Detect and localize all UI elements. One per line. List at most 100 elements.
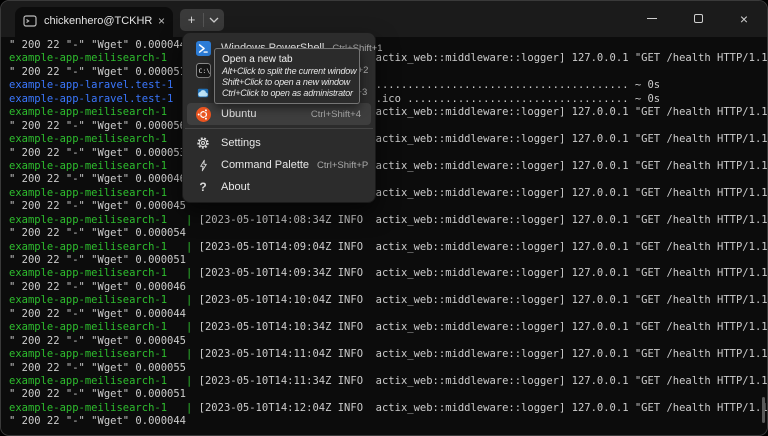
azure-icon xyxy=(195,84,211,100)
container-name: example-app-meilisearch-1 | xyxy=(9,133,199,146)
tab-active[interactable]: chickenhero@TCKHR: ~/proje × xyxy=(15,7,173,37)
menu-item-about[interactable]: ? About xyxy=(187,176,371,198)
question-icon: ? xyxy=(199,180,207,194)
container-name: example-app-meilisearch-1 | xyxy=(9,52,199,65)
log-text: " 200 22 "-" "Wget" 0.000056 xyxy=(9,119,187,132)
container-name: example-app-meilisearch-1 | xyxy=(9,401,199,414)
tooltip-title: Open a new tab xyxy=(222,54,293,65)
ubuntu-icon xyxy=(195,106,211,122)
gear-icon xyxy=(195,135,211,151)
log-text: [2023-05-10T14:09:34Z INFO actix_web::mi… xyxy=(198,267,767,280)
caption-buttons: × xyxy=(629,1,767,37)
new-tab-button[interactable]: + xyxy=(180,9,203,31)
container-name: example-app-meilisearch-1 | xyxy=(9,267,199,280)
tab-close-icon[interactable]: × xyxy=(158,15,165,27)
terminal-line: " 200 22 "-" "Wget" 0.000045 xyxy=(9,335,767,348)
log-text: " 200 22 "-" "Wget" 0.000054 xyxy=(9,227,187,240)
close-icon: × xyxy=(739,10,749,27)
log-text: " 200 22 "-" "Wget" 0.000044 xyxy=(9,39,187,51)
log-text: " 200 22 "-" "Wget" 0.000045 xyxy=(9,334,187,347)
log-text: " 200 22 "-" "Wget" 0.000046 xyxy=(9,280,187,293)
terminal-line: example-app-meilisearch-1 | [2023-05-10T… xyxy=(9,160,767,173)
tooltip-line: Shift+Click to open a new window xyxy=(222,77,350,87)
container-name: example-app-meilisearch-1 | xyxy=(9,374,199,387)
log-text: [2023-05-10T14:11:34Z INFO actix_web::mi… xyxy=(198,374,767,387)
container-name: example-app-meilisearch-1 | xyxy=(9,321,199,334)
terminal-line: example-app-meilisearch-1 | [2023-05-10T… xyxy=(9,321,767,334)
terminal-line: example-app-meilisearch-1 | [2023-05-10T… xyxy=(9,187,767,200)
maximize-icon xyxy=(693,14,703,23)
cmd-icon: C:\ xyxy=(195,62,211,78)
menu-separator xyxy=(185,128,373,129)
maximize-button[interactable] xyxy=(675,1,721,36)
log-text: [2023-05-10T14:11:04Z INFO actix_web::mi… xyxy=(198,348,767,361)
container-name: example-app-meilisearch-1 | xyxy=(9,294,199,307)
container-name: example-app-meilisearch-1 | xyxy=(9,159,199,172)
menu-item-label: About xyxy=(221,181,250,193)
command-palette-icon xyxy=(195,157,211,173)
terminal-output[interactable]: " 200 22 "-" "Wget" 0.000044 example-app-… xyxy=(1,37,767,434)
terminal-line: " 200 22 "-" "Wget" 0.000056 xyxy=(9,120,767,133)
terminal-line: example-app-meilisearch-1 | [2023-05-10T… xyxy=(9,348,767,361)
terminal-line: " 200 22 "-" "Wget" 0.000051 xyxy=(9,254,767,267)
tooltip-line: Alt+Click to split the current window xyxy=(222,66,357,76)
log-text: " 200 22 "-" "Wget" 0.000051 xyxy=(9,254,187,266)
tab-title: chickenhero@TCKHR: ~/proje xyxy=(44,15,152,27)
minimize-icon xyxy=(647,18,657,19)
minimize-button[interactable] xyxy=(629,1,675,36)
log-text: [2023-05-10T14:12:04Z INFO actix_web::mi… xyxy=(198,401,767,414)
new-tab-split-button: + xyxy=(180,9,224,31)
terminal-line: " 200 22 "-" "Wget" 0.000051 xyxy=(9,388,767,401)
terminal-line: " 200 22 "-" "Wget" 0.000053 xyxy=(9,147,767,160)
terminal-line: " 200 22 "-" "Wget" 0.000046 xyxy=(9,173,767,186)
container-name: example-app-meilisearch-1 | xyxy=(9,186,199,199)
terminal-line: example-app-meilisearch-1 | [2023-05-10T… xyxy=(9,133,767,146)
terminal-line: example-app-meilisearch-1 | [2023-05-10T… xyxy=(9,375,767,388)
terminal-tab-icon xyxy=(23,14,37,28)
menu-item-command-palette[interactable]: Command Palette Ctrl+Shift+P xyxy=(187,154,371,176)
terminal-line: " 200 22 "-" "Wget" 0.000046 xyxy=(9,281,767,294)
container-name: example-app-laravel.test-1 | xyxy=(9,79,199,92)
powershell-icon xyxy=(195,40,211,56)
terminal-line: example-app-laravel.test-1 | 2023-05-10 … xyxy=(9,79,767,92)
log-text: " 200 22 "-" "Wget" 0.000053 xyxy=(9,146,187,159)
tooltip-line: Ctrl+Click to open as administrator xyxy=(222,88,353,98)
new-tab-tooltip: Open a new tab Alt+Click to split the cu… xyxy=(214,48,360,104)
terminal-line: example-app-meilisearch-1 | [2023-05-10T… xyxy=(9,106,767,119)
log-text: [2023-05-10T14:10:34Z INFO actix_web::mi… xyxy=(198,321,767,334)
container-name: example-app-meilisearch-1 | xyxy=(9,106,199,119)
terminal-line: " 200 22 "-" "Wget" 0.000044 xyxy=(9,415,767,428)
menu-item-shortcut: Ctrl+Shift+4 xyxy=(310,108,361,120)
terminal-line: " 200 22 "-" "Wget" 0.000045 xyxy=(9,200,767,213)
terminal-line: example-app-meilisearch-1 | [2023-05-10T… xyxy=(9,267,767,280)
menu-item-shortcut: Ctrl+Shift+P xyxy=(317,159,369,171)
terminal-line: " 200 22 "-" "Wget" 0.000044 xyxy=(9,39,767,52)
terminal-line: " 200 22 "-" "Wget" 0.000055 xyxy=(9,362,767,375)
log-text: " 200 22 "-" "Wget" 0.000051 xyxy=(9,388,187,401)
terminal-lines: " 200 22 "-" "Wget" 0.000044 example-app-… xyxy=(9,39,767,429)
log-text: " 200 22 "-" "Wget" 0.000044 xyxy=(9,307,187,320)
menu-item-label: Ubuntu xyxy=(221,108,257,120)
terminal-line: example-app-meilisearch-1 | [2023-05-10T… xyxy=(9,52,767,65)
container-name: example-app-laravel.test-1 | xyxy=(9,92,199,105)
title-bar: chickenhero@TCKHR: ~/proje × + × xyxy=(1,1,767,37)
terminal-line: example-app-meilisearch-1 | [2023-05-10T… xyxy=(9,241,767,254)
log-text: " 200 22 "-" "Wget" 0.000055 xyxy=(9,361,187,374)
log-text: [2023-05-10T14:08:34Z INFO actix_web::mi… xyxy=(198,213,767,226)
menu-item-label: Command Palette xyxy=(221,159,310,171)
log-text: " 200 22 "-" "Wget" 0.000051 xyxy=(9,65,187,78)
svg-text:C:\: C:\ xyxy=(198,67,210,75)
log-text: " 200 22 "-" "Wget" 0.000045 xyxy=(9,200,187,213)
menu-item-settings[interactable]: Settings xyxy=(187,132,371,154)
terminal-line: example-app-laravel.test-1 | 2023-05-10 … xyxy=(9,93,767,106)
close-button[interactable]: × xyxy=(721,1,767,36)
log-text: " 200 22 "-" "Wget" 0.000044 xyxy=(9,415,187,428)
terminal-line: " 200 22 "-" "Wget" 0.000051 xyxy=(9,66,767,79)
menu-item-ubuntu[interactable]: Ubuntu Ctrl+Shift+4 xyxy=(187,103,371,125)
log-text: [2023-05-10T14:09:04Z INFO actix_web::mi… xyxy=(198,240,767,253)
container-name: example-app-meilisearch-1 | xyxy=(9,240,199,253)
scrollbar[interactable] xyxy=(762,397,765,423)
log-text: [2023-05-10T14:10:04Z INFO actix_web::mi… xyxy=(198,294,767,307)
terminal-line: " 200 22 "-" "Wget" 0.000044 xyxy=(9,308,767,321)
new-tab-dropdown-button[interactable] xyxy=(204,17,224,23)
